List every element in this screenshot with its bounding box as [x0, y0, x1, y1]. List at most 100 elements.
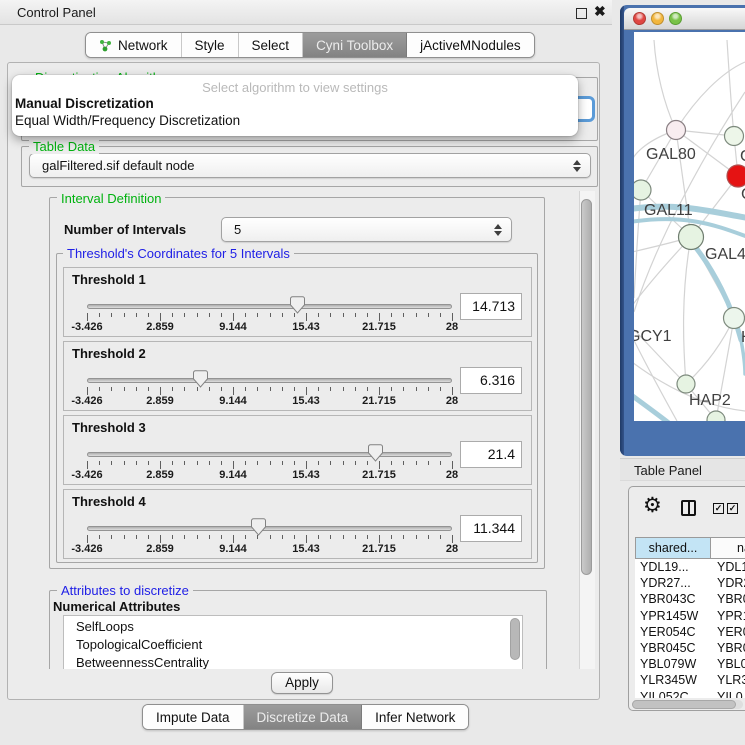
network-node[interactable]	[727, 165, 745, 187]
table-row[interactable]: YPR145WYPR1	[635, 608, 745, 624]
combo-stepper-icon	[573, 160, 581, 172]
control-panel-titlebar: Control Panel	[0, 0, 612, 25]
network-node[interactable]	[679, 225, 704, 250]
number-of-intervals-combobox[interactable]: 5	[221, 217, 512, 242]
threshold-slider-track[interactable]	[87, 378, 452, 383]
threshold-slider-handle[interactable]	[368, 444, 383, 462]
node-label: GCY1	[634, 328, 672, 345]
column-header-shared-name[interactable]: shared...	[635, 537, 711, 559]
network-nodes	[634, 121, 745, 422]
checkbox-icon[interactable]: ✓	[713, 503, 724, 514]
combo-stepper-icon	[494, 224, 502, 236]
list-item[interactable]: SelfLoops	[64, 618, 522, 636]
tab-impute-data[interactable]: Impute Data	[143, 705, 244, 729]
tab-discretize-data[interactable]: Discretize Data	[244, 705, 363, 729]
tab-network[interactable]: Network	[86, 33, 182, 57]
bottom-tab-bar: Impute Data Discretize Data Infer Networ…	[142, 704, 469, 730]
threshold-label: Threshold 4	[72, 494, 146, 509]
network-node[interactable]	[677, 375, 695, 393]
threshold-value-field[interactable]: 14.713	[460, 293, 522, 320]
slider-scale-labels: -3.4262.8599.14415.4321.71528	[87, 395, 452, 407]
threshold-slider-handle[interactable]	[290, 296, 305, 314]
table-row[interactable]: YLR345WYLR3	[635, 672, 745, 688]
minimize-traffic-light-icon[interactable]	[651, 12, 664, 25]
node-label: C	[741, 186, 745, 203]
threshold-value-field[interactable]: 6.316	[460, 367, 522, 394]
cyni-toolbox-panel: Discretization Algorithm Table Data galF…	[7, 62, 600, 700]
table-data-title: Table Data	[29, 139, 99, 154]
algorithm-prompt: Select algorithm to view settings	[12, 80, 578, 95]
settings-scrollbar-thumb[interactable]	[581, 199, 592, 575]
threshold-slider-track[interactable]	[87, 304, 452, 309]
table-row[interactable]: YDL19...YDL1	[635, 559, 745, 575]
tab-select[interactable]: Select	[239, 33, 304, 57]
node-label: GA	[740, 148, 745, 165]
attributes-group-title: Attributes to discretize	[57, 583, 193, 598]
numerical-attributes-list[interactable]: SelfLoopsTopologicalCoefficientBetweenne…	[63, 615, 523, 669]
node-label: GAL11	[644, 202, 693, 219]
settings-scroll-area: Interval Definition Number of Intervals …	[14, 191, 578, 669]
algorithm-option-manual[interactable]: Manual Discretization	[12, 95, 578, 112]
list-scrollbar[interactable]	[510, 618, 520, 666]
threshold-value-field[interactable]: 21.4	[460, 441, 522, 468]
threshold-slider-handle[interactable]	[251, 518, 266, 536]
threshold-label: Threshold 1	[72, 272, 146, 287]
network-node[interactable]	[725, 127, 744, 146]
close-icon[interactable]: ✖	[594, 3, 606, 20]
node-label: HAP2	[689, 392, 731, 409]
table-hscrollbar-thumb[interactable]	[632, 700, 736, 709]
list-item[interactable]: BetweennessCentrality	[64, 654, 522, 669]
slider-scale-labels: -3.4262.8599.14415.4321.71528	[87, 321, 452, 333]
panel-title: Control Panel	[17, 5, 96, 20]
threshold-value-field[interactable]: 11.344	[460, 515, 522, 542]
threshold-panel: Threshold 3 -3.4262.8599.14415.4321.7152…	[63, 415, 532, 485]
node-table: shared... name YDL19...YDL1YDR27...YDR2Y…	[635, 537, 745, 698]
window-edge	[620, 5, 624, 456]
close-traffic-light-icon[interactable]	[633, 12, 646, 25]
slider-scale-labels: -3.4262.8599.14415.4321.71528	[87, 543, 452, 555]
table-row[interactable]: YER054CYER0	[635, 624, 745, 640]
tab-cyni-toolbox[interactable]: Cyni Toolbox	[303, 33, 407, 57]
network-tab-icon	[99, 39, 112, 52]
interval-definition-title: Interval Definition	[57, 191, 165, 206]
table-row[interactable]: YDR27...YDR2	[635, 575, 745, 591]
threshold-slider-track[interactable]	[87, 452, 452, 457]
threshold-slider-track[interactable]	[87, 526, 452, 531]
algorithm-option-equal-width[interactable]: Equal Width/Frequency Discretization	[12, 112, 578, 129]
column-header-name[interactable]: name	[711, 537, 745, 559]
threshold-label: Threshold 3	[72, 420, 146, 435]
table-data-combobox[interactable]: galFiltered.sif default node	[29, 153, 591, 178]
node-label: GAL80	[646, 146, 696, 163]
top-tab-bar: Network Style Select Cyni Toolbox jActiv…	[85, 32, 535, 58]
algorithm-dropdown-popup: Select algorithm to view settings Manual…	[12, 75, 578, 136]
tab-style[interactable]: Style	[182, 33, 239, 57]
zoom-traffic-light-icon[interactable]	[669, 12, 682, 25]
network-view-window[interactable]: GAL80GACGAL11GAL4GCY1HHAP2	[620, 5, 745, 456]
table-row[interactable]: YBR045CYBR0	[635, 640, 745, 656]
network-node[interactable]	[634, 180, 651, 200]
numerical-attributes-label: Numerical Attributes	[53, 599, 180, 614]
split-pane-icon[interactable]	[681, 500, 696, 516]
table-panel-title: Table Panel	[634, 463, 702, 478]
list-item[interactable]: TopologicalCoefficient	[64, 636, 522, 654]
network-node[interactable]	[667, 121, 686, 140]
table-row[interactable]: YBL079WYBL0	[635, 656, 745, 672]
network-node[interactable]	[724, 308, 745, 329]
table-hscrollbar-track[interactable]	[632, 700, 743, 709]
tab-infer-network[interactable]: Infer Network	[362, 705, 468, 729]
threshold-slider-handle[interactable]	[193, 370, 208, 388]
table-row[interactable]: YIL052CYIL0	[635, 689, 745, 698]
table-panel-titlebar: Table Panel	[620, 458, 745, 481]
tab-jactivemnodules[interactable]: jActiveMNodules	[407, 33, 534, 57]
checkbox-icon[interactable]: ✓	[727, 503, 738, 514]
threshold-panel: Threshold 4 -3.4262.8599.14415.4321.7152…	[63, 489, 532, 559]
network-canvas[interactable]: GAL80GACGAL11GAL4GCY1HHAP2	[634, 32, 745, 421]
slider-scale-labels: -3.4262.8599.14415.4321.71528	[87, 469, 452, 481]
gear-icon[interactable]: ⚙	[643, 493, 662, 518]
apply-button[interactable]: Apply	[271, 672, 333, 694]
table-row[interactable]: YBR043CYBR0	[635, 591, 745, 607]
float-window-icon[interactable]	[576, 8, 587, 19]
network-window-titlebar[interactable]	[624, 8, 745, 30]
node-label: H	[741, 329, 745, 346]
threshold-panel: Threshold 1 -3.4262.8599.14415.4321.7152…	[63, 267, 532, 337]
